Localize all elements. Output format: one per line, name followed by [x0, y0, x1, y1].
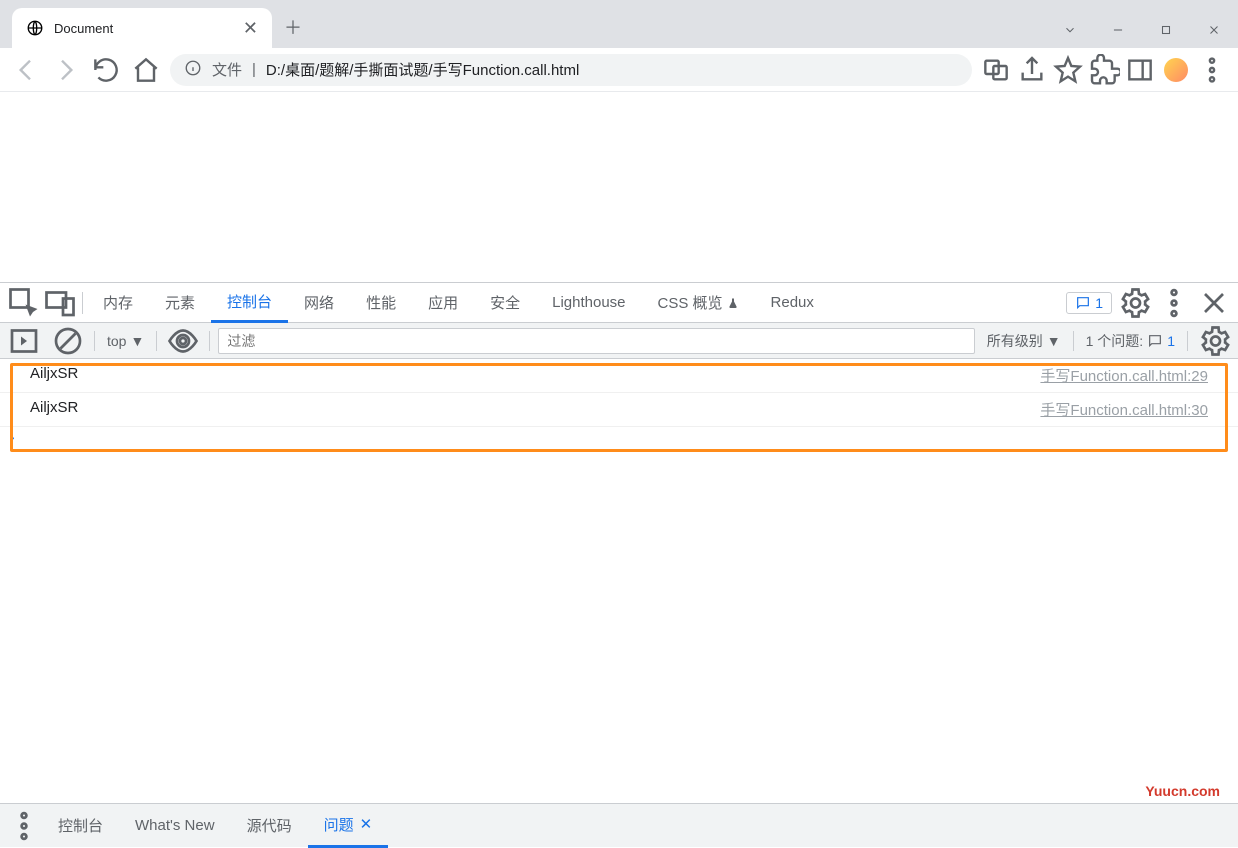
settings-icon[interactable] [1116, 285, 1152, 321]
browser-tab[interactable]: Document ✕ [12, 8, 272, 48]
minimize-button[interactable] [1094, 12, 1142, 48]
log-message: AiljxSR [30, 399, 78, 420]
log-levels-selector[interactable]: 所有级别 ▼ [983, 331, 1065, 351]
star-icon[interactable] [1052, 54, 1084, 86]
drawer-tab-sources[interactable]: 源代码 [231, 804, 308, 848]
window-controls [1046, 12, 1238, 48]
share-icon[interactable] [1016, 54, 1048, 86]
watermark-yuucn: Yuucn.com [1145, 783, 1220, 799]
console-log-area: AiljxSR 手写Function.call.html:29 AiljxSR … [0, 359, 1238, 454]
console-log-row[interactable]: AiljxSR 手写Function.call.html:29 [0, 359, 1238, 393]
home-button[interactable] [130, 54, 162, 86]
issues-summary[interactable]: 1 个问题: 1 [1082, 331, 1179, 351]
url-text: D:/桌面/题解/手撕面试题/手写Function.call.html [266, 59, 579, 80]
address-bar: 文件 | D:/桌面/题解/手撕面试题/手写Function.call.html [0, 48, 1238, 92]
omnibox[interactable]: 文件 | D:/桌面/题解/手撕面试题/手写Function.call.html [170, 54, 972, 86]
close-devtools-icon[interactable] [1196, 285, 1232, 321]
close-window-button[interactable] [1190, 12, 1238, 48]
tab-network[interactable]: 网络 [288, 283, 350, 323]
log-message: AiljxSR [30, 365, 78, 386]
url-separator: | [252, 61, 256, 78]
tab-title: Document [54, 21, 233, 36]
profile-avatar[interactable] [1160, 54, 1192, 86]
side-panel-icon[interactable] [1124, 54, 1156, 86]
toggle-drawer-icon[interactable] [6, 323, 42, 359]
back-button[interactable] [10, 54, 42, 86]
maximize-button[interactable] [1142, 12, 1190, 48]
tab-memory[interactable]: 内存 [87, 283, 149, 323]
drawer-tab-issues[interactable]: 问题 ✕ [308, 804, 389, 848]
menu-icon[interactable] [1196, 54, 1228, 86]
log-source-link[interactable]: 手写Function.call.html:29 [1040, 365, 1208, 386]
tab-application[interactable]: 应用 [412, 283, 474, 323]
devtools-tab-bar: 内存 元素 控制台 网络 性能 应用 安全 Lighthouse CSS 概览 … [0, 283, 1238, 323]
tab-performance[interactable]: 性能 [350, 283, 412, 323]
forward-button[interactable] [50, 54, 82, 86]
live-expression-icon[interactable] [165, 323, 201, 359]
page-content [0, 92, 1238, 282]
context-selector[interactable]: top ▼ [103, 333, 148, 349]
extensions-icon[interactable] [1088, 54, 1120, 86]
browser-tab-bar: Document ✕ ＋ [0, 0, 1238, 48]
console-prompt[interactable]: › [0, 427, 1238, 451]
close-tab-icon[interactable]: ✕ [243, 18, 258, 39]
log-source-link[interactable]: 手写Function.call.html:30 [1040, 399, 1208, 420]
chevron-down-icon[interactable] [1046, 12, 1094, 48]
drawer-tab-whatsnew[interactable]: What's New [119, 804, 231, 848]
tab-css-overview[interactable]: CSS 概览 [642, 283, 755, 323]
clear-console-icon[interactable] [50, 323, 86, 359]
info-icon [184, 59, 202, 81]
console-toolbar: top ▼ 所有级别 ▼ 1 个问题: 1 [0, 323, 1238, 359]
devtools-panel: 内存 元素 控制台 网络 性能 应用 安全 Lighthouse CSS 概览 … [0, 282, 1238, 796]
tab-console[interactable]: 控制台 [211, 283, 288, 323]
drawer-menu-icon[interactable] [6, 808, 42, 844]
new-tab-button[interactable]: ＋ [272, 6, 314, 48]
tab-lighthouse[interactable]: Lighthouse [536, 283, 641, 323]
console-log-row[interactable]: AiljxSR 手写Function.call.html:30 [0, 393, 1238, 427]
console-settings-icon[interactable] [1196, 323, 1232, 359]
tab-redux[interactable]: Redux [755, 283, 830, 323]
device-toggle-icon[interactable] [42, 285, 78, 321]
globe-icon [26, 19, 44, 37]
more-icon[interactable] [1156, 285, 1192, 321]
translate-icon[interactable] [980, 54, 1012, 86]
devtools-drawer: 控制台 What's New 源代码 问题 ✕ [0, 803, 1238, 847]
tab-elements[interactable]: 元素 [149, 283, 211, 323]
issues-badge[interactable]: 1 [1066, 292, 1112, 314]
close-icon[interactable]: ✕ [360, 815, 373, 833]
inspect-icon[interactable] [6, 285, 42, 321]
filter-input[interactable] [218, 328, 974, 354]
reload-button[interactable] [90, 54, 122, 86]
tab-security[interactable]: 安全 [474, 283, 536, 323]
url-scheme-label: 文件 [212, 59, 242, 80]
drawer-tab-console[interactable]: 控制台 [42, 804, 119, 848]
